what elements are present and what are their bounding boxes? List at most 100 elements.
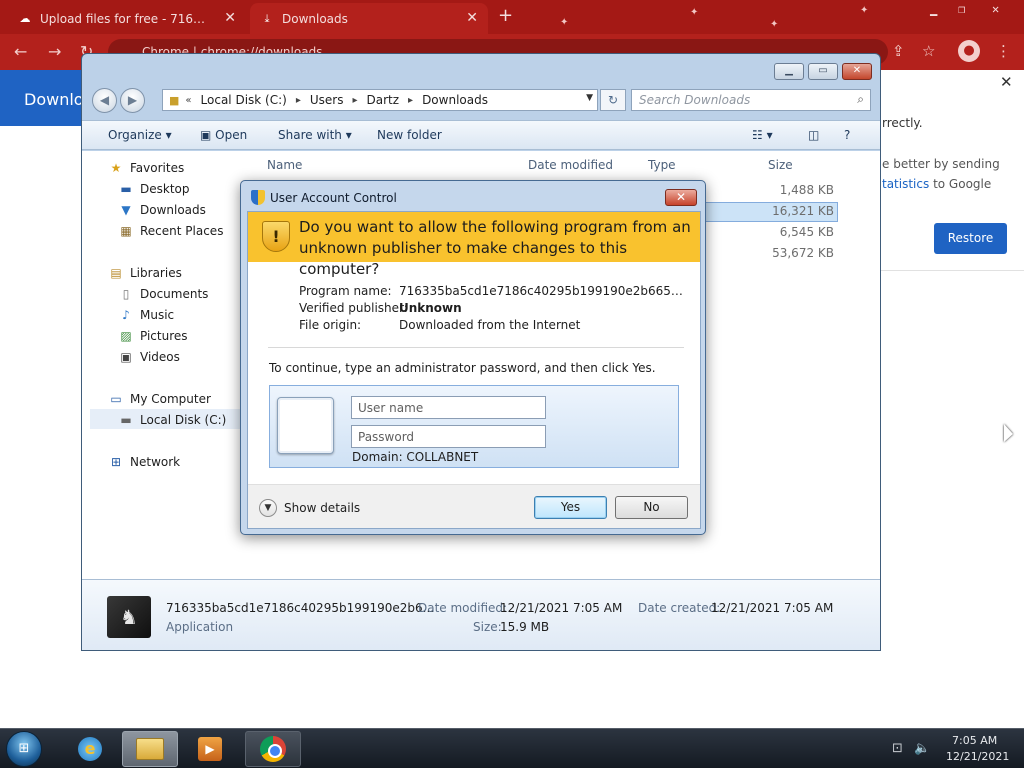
- nav-recent-places[interactable]: ▦ Recent Places: [118, 224, 223, 238]
- open-button[interactable]: ▣ Open: [200, 128, 247, 142]
- nav-label: Pictures: [140, 329, 188, 343]
- column-header-name[interactable]: Name: [267, 158, 302, 172]
- forward-arrow-icon[interactable]: ▶: [120, 88, 145, 113]
- minimize-icon[interactable]: ▁: [930, 2, 937, 16]
- notice-text-rest: to Google: [929, 177, 992, 191]
- menu-kebab-icon[interactable]: ⋮: [996, 42, 1011, 60]
- breadcrumb-item[interactable]: Local Disk (C:): [201, 93, 287, 107]
- program-name-value: 716335ba5cd1e7186c40295b199190e2b6655e48…: [399, 284, 683, 298]
- share-with-menu[interactable]: Share with ▾: [278, 128, 352, 142]
- nav-documents[interactable]: ▯ Documents: [118, 287, 209, 301]
- uac-instruction: To continue, type an administrator passw…: [269, 361, 656, 375]
- view-options-icon[interactable]: ☷ ▾: [752, 128, 773, 142]
- application-file-icon: ♞: [107, 596, 151, 638]
- nav-label: Local Disk (C:): [140, 413, 227, 427]
- chevron-down-icon: ▾: [345, 128, 352, 142]
- tab-close-icon[interactable]: ✕: [466, 10, 478, 26]
- chevron-right-icon[interactable]: ▸: [408, 95, 413, 106]
- search-icon[interactable]: ⌕: [857, 92, 864, 107]
- close-icon[interactable]: ✕: [665, 189, 697, 206]
- yes-button[interactable]: Yes: [534, 496, 607, 519]
- breadcrumb-item[interactable]: Dartz: [367, 93, 400, 107]
- minimize-icon[interactable]: ▁: [774, 63, 804, 80]
- taskbar: ⊞ e ▶ ⊡ 🔈 7:05 AM 12/21/2021: [0, 728, 1024, 768]
- nav-desktop[interactable]: ▬ Desktop: [118, 182, 189, 196]
- nav-local-disk[interactable]: ▬ Local Disk (C:): [118, 413, 226, 427]
- clock-date[interactable]: 12/21/2021: [946, 750, 1009, 763]
- breadcrumb-item[interactable]: Users: [310, 93, 344, 107]
- no-button[interactable]: No: [615, 496, 688, 519]
- search-placeholder: Search Downloads: [639, 93, 751, 107]
- nav-downloads[interactable]: ▼ Downloads: [118, 203, 206, 217]
- clock-time[interactable]: 7:05 AM: [952, 734, 997, 747]
- chrome-tab-downloads[interactable]: ⤓ Downloads ✕: [250, 3, 488, 34]
- command-bar: Organize ▾ ▣ Open Share with ▾ New folde…: [82, 120, 880, 150]
- refresh-icon[interactable]: ↻: [600, 89, 626, 111]
- warning-banner: ! Do you want to allow the following pro…: [248, 212, 700, 278]
- restore-button[interactable]: Restore: [934, 223, 1007, 254]
- taskbar-media-player-button[interactable]: ▶: [182, 731, 238, 767]
- chevron-down-icon[interactable]: ▼: [259, 499, 277, 517]
- breadcrumb-item[interactable]: Downloads: [422, 93, 488, 107]
- details-filename: 716335ba5cd1e7186c40295b199190e2b6...: [166, 601, 435, 615]
- uac-question: Do you want to allow the following progr…: [299, 218, 691, 278]
- file-size: 53,672 KB: [772, 246, 834, 260]
- username-input[interactable]: [351, 396, 546, 419]
- festive-sparkle-icon: ✦: [770, 19, 779, 30]
- password-input[interactable]: [351, 425, 546, 448]
- nav-favorites[interactable]: ★ Favorites: [108, 161, 185, 175]
- nav-libraries[interactable]: ▤ Libraries: [108, 266, 182, 280]
- nav-label: Libraries: [130, 266, 182, 280]
- column-header-date-modified[interactable]: Date modified: [528, 158, 613, 172]
- star-icon: ★: [110, 161, 122, 175]
- bookmark-star-icon[interactable]: ☆: [922, 42, 935, 60]
- network-tray-icon[interactable]: ⊡: [892, 741, 903, 756]
- show-details-toggle[interactable]: Show details: [284, 501, 360, 515]
- taskbar-ie-button[interactable]: e: [62, 731, 118, 767]
- start-button-icon[interactable]: ⊞: [6, 731, 42, 767]
- chrome-tab-strip: ✦ ✦ ✦ ✦ ✦ ☁ Upload files for free - 7163…: [0, 0, 1024, 34]
- nav-music[interactable]: ♪ Music: [118, 308, 174, 322]
- file-size: 1,488 KB: [779, 183, 834, 197]
- restore-window-icon[interactable]: ❐: [958, 2, 965, 16]
- profile-avatar-icon[interactable]: ●: [958, 40, 980, 62]
- column-header-size[interactable]: Size: [768, 158, 793, 172]
- forward-arrow-icon[interactable]: →: [48, 42, 61, 61]
- details-file-type: Application: [166, 620, 234, 634]
- nav-my-computer[interactable]: ▭ My Computer: [108, 392, 211, 406]
- tab-close-icon[interactable]: ✕: [224, 10, 236, 26]
- internet-explorer-icon: e: [78, 737, 102, 761]
- taskbar-explorer-button[interactable]: [122, 731, 178, 767]
- download-icon: ⤓: [264, 11, 270, 25]
- details-date-modified-value: 12/21/2021 7:05 AM: [500, 601, 623, 615]
- folder-icon: ■: [169, 93, 180, 107]
- close-icon[interactable]: ✕: [1000, 73, 1013, 91]
- media-player-icon: ▶: [198, 737, 222, 761]
- breadcrumb[interactable]: ■ « Local Disk (C:) ▸ Users ▸ Dartz ▸ Do…: [162, 89, 598, 111]
- new-folder-button[interactable]: New folder: [377, 128, 442, 142]
- search-input[interactable]: Search Downloads ⌕: [631, 89, 871, 111]
- statistics-link[interactable]: tatistics: [882, 177, 929, 191]
- chevron-right-icon[interactable]: ▸: [296, 95, 301, 106]
- chevron-down-icon[interactable]: ▼: [586, 93, 593, 103]
- close-icon[interactable]: ✕: [842, 63, 872, 80]
- help-icon[interactable]: ?: [844, 128, 850, 142]
- nav-pictures[interactable]: ▨ Pictures: [118, 329, 188, 343]
- share-icon[interactable]: ⇪: [892, 42, 905, 60]
- chevron-right-icon[interactable]: ▸: [352, 95, 357, 106]
- back-arrow-icon[interactable]: ◀: [92, 88, 117, 113]
- column-header-type[interactable]: Type: [648, 158, 676, 172]
- preview-pane-icon[interactable]: ◫: [808, 128, 819, 142]
- maximize-icon[interactable]: ▭: [808, 63, 838, 80]
- nav-videos[interactable]: ▣ Videos: [118, 350, 180, 364]
- organize-menu[interactable]: Organize ▾: [108, 128, 172, 142]
- taskbar-chrome-button[interactable]: [245, 731, 301, 767]
- credential-tile: Domain: COLLABNET: [269, 385, 679, 468]
- nav-network[interactable]: ⊞ Network: [108, 455, 180, 469]
- volume-icon[interactable]: 🔈: [914, 741, 930, 756]
- back-arrow-icon[interactable]: ←: [14, 42, 27, 61]
- close-window-icon[interactable]: ✕: [992, 2, 999, 16]
- chrome-tab-upload[interactable]: ☁ Upload files for free - 716335ba ✕: [8, 3, 246, 34]
- new-tab-button[interactable]: +: [498, 5, 513, 26]
- file-size: 16,321 KB: [772, 204, 834, 218]
